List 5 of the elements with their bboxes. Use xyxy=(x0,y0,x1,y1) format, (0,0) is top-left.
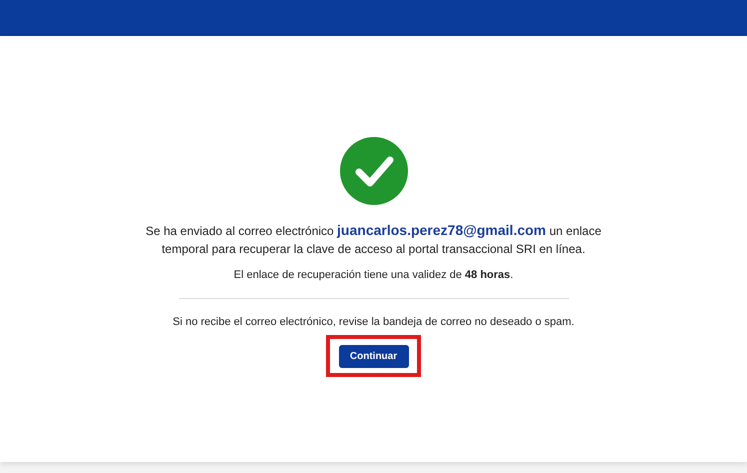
continue-button[interactable]: Continuar xyxy=(338,344,408,368)
check-icon xyxy=(340,137,408,205)
validity-note: El enlace de recuperación tiene una validez de 48 horas. xyxy=(234,268,514,283)
spam-hint: Si no recibe el correo electrónico, revise la bandeja de correo no deseado o spam. xyxy=(172,314,574,330)
confirmation-message: Se ha enviado al correo electrónico juancarlos.perez78@gmail.com un enlace temporal para recuperar la clave de acceso al portal transaccional SRI en línea. xyxy=(144,221,602,258)
